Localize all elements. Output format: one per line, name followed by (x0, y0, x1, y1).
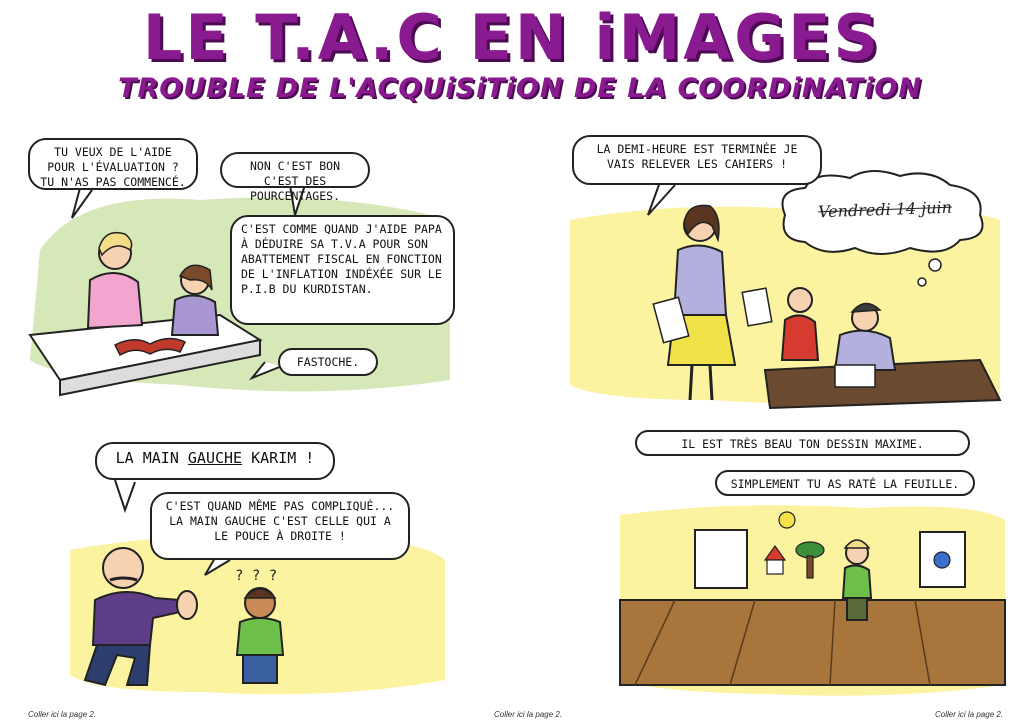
footer-label-right: Coller ici la page 2. (935, 710, 1004, 719)
speech-bubble-child-3: FASTOCHE. (278, 348, 378, 376)
footer-label-left: Coller ici la page 2. (28, 710, 97, 719)
confused-question-marks: ? ? ? (235, 568, 278, 584)
comic-panel-collect-notebooks: LA DEMI-HEURE EST TERMINÉE JE VAIS RELEV… (560, 130, 1010, 415)
speech-bubble-mother: TU VEUX DE L'AIDE POUR L'ÉVALUATION ? TU… (28, 138, 198, 190)
speech-bubble-teacher: LA DEMI-HEURE EST TERMINÉE JE VAIS RELEV… (572, 135, 822, 185)
speech-text-pre: LA MAIN (115, 449, 188, 467)
speech-text-post: KARIM ! (242, 449, 315, 467)
footer-label-center: Coller ici la page 2. (494, 710, 563, 719)
speech-bubble-father-2: C'EST QUAND MÊME PAS COMPLIQUÉ... LA MAI… (150, 492, 410, 560)
speech-bubble-child-1: NON C'EST BON C'EST DES POURCENTAGES. (220, 152, 370, 203)
page-title: LE T.A.C EN iMAGES (142, 1, 882, 74)
speech-text-underlined: GAUCHE (187, 449, 243, 467)
speech-bubble-adult-1: IL EST TRÈS BEAU TON DESSIN MAXIME. (635, 430, 970, 456)
page-subtitle: TROUBLE DE L'ACQUiSiTiON DE LA COORDiNAT… (118, 73, 922, 104)
speech-bubble-child-2: C'EST COMME QUAND J'AIDE PAPA À DÉDUIRE … (230, 215, 455, 325)
comic-panel-drawing: IL EST TRÈS BEAU TON DESSIN MAXIME. SIMP… (615, 420, 1010, 700)
comic-panel-help-offer: TU VEUX DE L'AIDE POUR L'ÉVALUATION ? TU… (20, 130, 460, 400)
panel-illustration (619, 505, 1006, 696)
speech-bubble-adult-2: SIMPLEMENT TU AS RATÉ LA FEUILLE. (715, 470, 975, 496)
speech-bubble-father-1: LA MAIN GAUCHE KARIM ! (95, 442, 335, 480)
comic-panel-left-hand: LA MAIN GAUCHE KARIM ! C'EST QUAND MÊME … (55, 430, 455, 700)
